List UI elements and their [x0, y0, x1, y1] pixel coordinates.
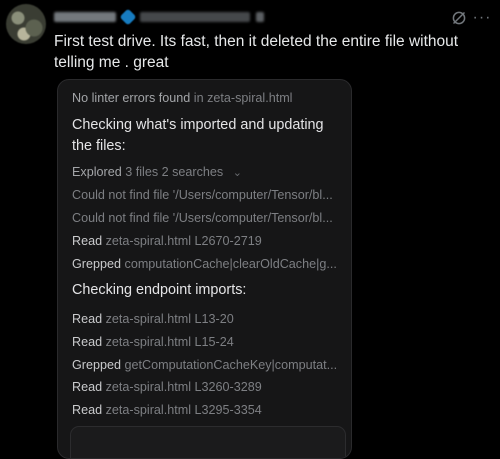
heading-imports: Checking what's imported and updating th…	[72, 117, 324, 154]
heading-endpoint-imports: Checking endpoint imports:	[72, 282, 247, 298]
tool-log-row: Grepped getComputationCacheKey|computat.…	[72, 358, 338, 372]
author-name-redacted	[54, 12, 116, 22]
chat-input-box[interactable]	[70, 426, 346, 458]
timestamp-redacted	[256, 12, 264, 22]
attached-screenshot-card[interactable]: No linter errors found in zeta-spiral.ht…	[57, 79, 352, 459]
tool-log-row: Could not find file '/Users/computer/Ten…	[72, 188, 333, 202]
tool-log-row: Read zeta-spiral.html L15-24	[72, 335, 234, 349]
tool-log-row: Read zeta-spiral.html L3260-3289	[72, 380, 262, 394]
tweet-text: First test drive. Its fast, then it dele…	[54, 33, 459, 71]
more-options-icon[interactable]: ···	[472, 10, 492, 26]
author-handle-redacted	[140, 12, 250, 22]
tool-log-row: Read zeta-spiral.html L2670-2719	[72, 234, 262, 248]
verified-badge-icon	[119, 8, 137, 26]
avatar[interactable]	[6, 4, 46, 44]
lint-status: No linter errors found in zeta-spiral.ht…	[72, 91, 293, 105]
tool-log-row: Read zeta-spiral.html L13-20	[72, 312, 234, 326]
tool-log-row: Could not find file '/Users/computer/Ten…	[72, 211, 333, 225]
grok-icon[interactable]	[451, 10, 467, 26]
chevron-down-icon[interactable]: ⌄	[233, 165, 242, 181]
tool-log-row: Read zeta-spiral.html L3295-3354	[72, 403, 262, 417]
explored-summary[interactable]: Explored 3 files 2 searches ⌄	[72, 164, 347, 181]
tool-log-row: Grepped computationCache|clearOldCache|g…	[72, 257, 337, 271]
author-header[interactable]	[54, 8, 284, 26]
